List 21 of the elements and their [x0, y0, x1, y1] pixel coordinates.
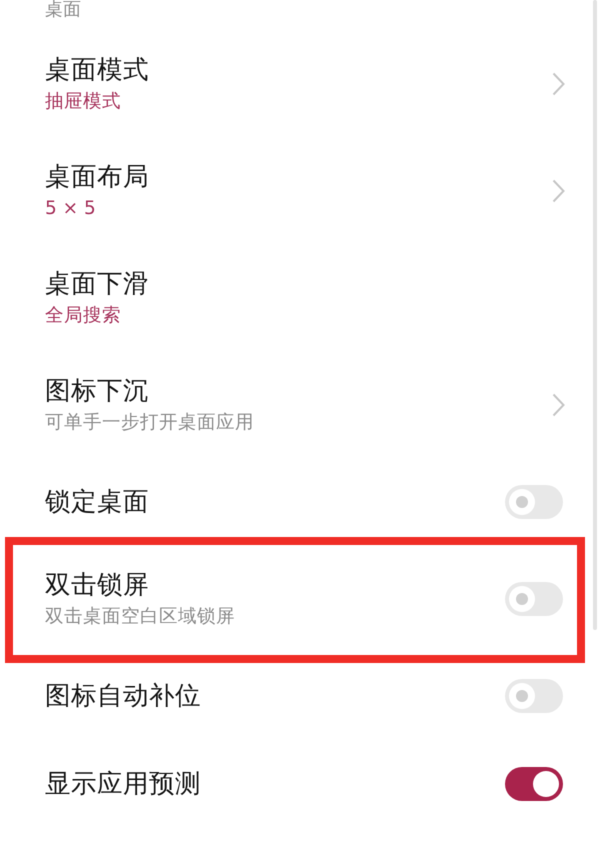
setting-description: 双击桌面空白区域锁屏 — [45, 605, 235, 629]
toggle-switch[interactable] — [505, 582, 563, 616]
setting-value: 5 × 5 — [45, 196, 97, 220]
setting-title: 桌面模式 — [45, 54, 149, 86]
chevron-right-icon[interactable] — [552, 392, 565, 416]
setting-title: 桌面下滑 — [45, 268, 149, 300]
setting-value: 全局搜索 — [45, 304, 122, 328]
setting-title: 显示应用预测 — [45, 768, 201, 801]
chevron-right-icon[interactable] — [552, 72, 565, 96]
toggle-switch[interactable] — [505, 485, 563, 519]
setting-value: 抽屉模式 — [45, 90, 122, 114]
chevron-right-icon[interactable] — [552, 178, 565, 202]
setting-title: 桌面布局 — [45, 160, 149, 194]
setting-title: 锁定桌面 — [45, 486, 149, 519]
setting-title: 图标自动补位 — [45, 680, 201, 713]
setting-title: 双击锁屏 — [45, 569, 150, 602]
toggle-switch[interactable] — [505, 767, 563, 801]
section-header: 桌面 — [45, 0, 82, 22]
toggle-switch[interactable] — [505, 679, 563, 713]
setting-description: 可单手一步打开桌面应用 — [45, 410, 254, 434]
setting-title: 图标下沉 — [45, 374, 150, 408]
